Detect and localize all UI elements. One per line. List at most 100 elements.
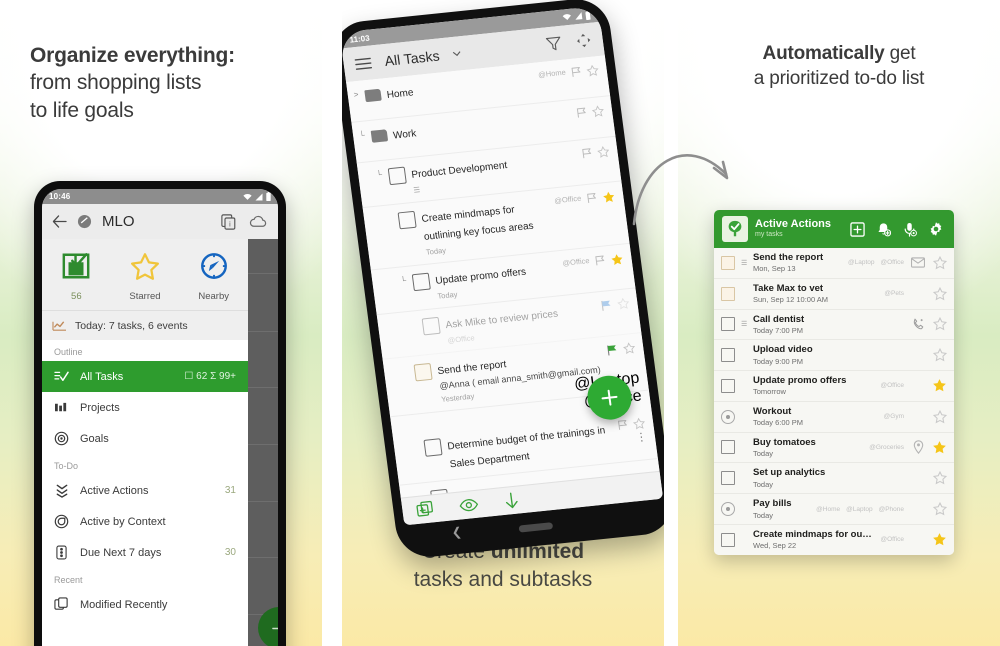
task-list[interactable]: > Home @Home └ Work └ Product Developmen… (346, 55, 660, 499)
today-summary-bar[interactable]: Today: 7 tasks, 6 events (42, 310, 248, 340)
panel3-headline: Automatically get a prioritized to-do li… (696, 42, 982, 91)
star-outline-icon[interactable] (932, 255, 947, 270)
task-checkbox[interactable] (721, 471, 735, 486)
widget-task-row[interactable]: Upload video Today 9:00 PM (714, 340, 954, 372)
task-checkbox[interactable] (411, 272, 431, 292)
task-checkbox[interactable] (721, 378, 735, 393)
add-icon (271, 627, 278, 629)
task-context-tags: @Pets (884, 290, 904, 297)
sidebar-item-active-actions[interactable]: Active Actions 31 (42, 475, 248, 506)
sidebar-item-projects[interactable]: Projects (42, 392, 248, 423)
widget-task-row[interactable]: Buy tomatoes Today @Groceries (714, 432, 954, 464)
task-date: Tomorrow (753, 387, 786, 397)
phone-mockup-tasklist: 11:03 All Tasks > Home @Home └ Work └ Pr… (342, 0, 664, 560)
panel-divider (664, 0, 678, 646)
inbox-download-icon (62, 253, 90, 279)
add-task-icon[interactable] (850, 221, 865, 237)
widget-task-row[interactable]: ☰ Send the report Mon, Sep 13 @Laptop @Offic… (714, 248, 954, 279)
due-days-icon (54, 545, 69, 560)
task-checkbox[interactable] (387, 166, 407, 186)
chevron-down-icon[interactable] (452, 50, 462, 57)
sidebar-item-all-tasks[interactable]: All Tasks ☐ 62 Σ 99+ (42, 361, 248, 392)
headline-line-2: a prioritized to-do list (753, 67, 925, 89)
task-title: Determine budget of the trainings in Sal… (446, 425, 606, 471)
headline-line-1: Automatically get (696, 42, 982, 67)
recent-icon (54, 597, 69, 612)
duplicate-add-icon[interactable] (416, 500, 435, 519)
move-arrows-icon[interactable] (575, 32, 593, 50)
quick-action-inbox[interactable]: 56 (42, 251, 111, 302)
task-checkbox[interactable] (397, 210, 417, 230)
task-checkbox[interactable] (721, 255, 735, 270)
hamburger-menu-icon[interactable] (354, 56, 373, 71)
widget-task-rows[interactable]: ☰ Send the report Mon, Sep 13 @Laptop @Offic… (714, 248, 954, 555)
filter-funnel-icon[interactable] (545, 35, 563, 53)
star-outline-icon[interactable] (932, 317, 947, 331)
task-checkbox[interactable] (721, 348, 735, 363)
widget-task-row[interactable]: Pay bills Today @Home @Laptop @Phone (714, 494, 954, 525)
cloud-icon[interactable] (249, 215, 268, 228)
task-checkbox[interactable] (413, 362, 433, 382)
headline-line-1-rest: get (884, 43, 916, 64)
flag-outline-icon (571, 66, 581, 77)
task-checkbox[interactable] (721, 409, 735, 424)
sidebar-item-due-next-7-days[interactable]: Due Next 7 days 30 (42, 537, 248, 568)
task-checkbox[interactable] (423, 438, 443, 458)
widget-task-row[interactable]: Create mindmaps for outlining key focus … (714, 524, 954, 555)
sidebar-item-active-by-context[interactable]: Active by Context (42, 506, 248, 537)
task-checkbox[interactable] (721, 286, 735, 301)
sidebar-item-modified-recently[interactable]: Modified Recently (42, 589, 248, 620)
headline-line-1: Organize everything: (30, 44, 235, 67)
sidebar-item-goals[interactable]: Goals (42, 423, 248, 454)
task-checkbox[interactable] (421, 316, 441, 336)
widget-task-row[interactable]: Update promo offers Tomorrow @Office (714, 371, 954, 402)
task-title: Set up analytics (753, 467, 826, 479)
widget-task-row[interactable]: Workout Today 6:00 PM @Gym (714, 401, 954, 433)
task-checkbox[interactable] (721, 440, 735, 455)
flag-outline-icon (582, 148, 592, 159)
promo-panel-unlimited: 11:03 All Tasks > Home @Home └ Work └ Pr… (342, 0, 664, 646)
task-checkbox[interactable] (721, 502, 735, 516)
quick-action-starred[interactable]: Starred (111, 251, 180, 302)
task-date: Today (753, 510, 774, 520)
star-outline-icon[interactable] (932, 286, 947, 301)
star-filled-icon[interactable] (932, 532, 947, 547)
list-title[interactable]: All Tasks (384, 48, 441, 70)
star-outline-icon[interactable] (932, 471, 947, 485)
star-outline-icon (617, 297, 630, 310)
task-row-actions: @Office (554, 189, 621, 243)
back-chevron-icon[interactable]: ❮ (451, 525, 463, 540)
compass-icon (200, 253, 227, 279)
sidebar-item-label: Active Actions (80, 484, 149, 497)
star-filled-icon[interactable] (932, 378, 947, 393)
battery-icon (266, 192, 271, 201)
mlo-tree-check-icon[interactable] (722, 216, 748, 242)
star-outline-icon[interactable] (932, 348, 947, 362)
widget-task-row[interactable]: ☰ Call dentist Today 7:00 PM (714, 309, 954, 341)
copy-info-icon[interactable]: i (221, 213, 237, 230)
settings-gear-icon[interactable] (928, 221, 944, 237)
add-reminder-icon[interactable] (876, 222, 891, 237)
widget-actions (850, 221, 946, 237)
more-vertical-icon[interactable]: ⋮ (635, 431, 648, 444)
wifi-icon (562, 14, 571, 20)
tree-expander[interactable]: └ (376, 168, 386, 198)
star-filled-icon[interactable] (932, 440, 947, 455)
home-pill-indicator[interactable] (518, 521, 554, 533)
move-down-arrow-icon[interactable] (503, 492, 520, 510)
widget-task-row[interactable]: Take Max to vet Sun, Sep 12 10:00 AM @Pets (714, 278, 954, 310)
task-checkbox[interactable] (721, 532, 735, 547)
quick-action-nearby[interactable]: Nearby (179, 251, 248, 302)
tree-expander[interactable]: > (353, 88, 361, 114)
back-arrow-icon[interactable] (52, 215, 67, 228)
task-checkbox[interactable] (721, 317, 735, 332)
widget-task-row[interactable]: Set up analytics Today (714, 463, 954, 495)
sidebar-item-label: Modified Recently (80, 598, 168, 611)
eye-visibility-icon[interactable] (459, 498, 480, 513)
star-outline-icon[interactable] (932, 502, 947, 516)
widget-title: Active Actions (755, 218, 832, 231)
star-outline-icon[interactable] (932, 409, 947, 424)
voice-input-icon[interactable] (902, 222, 917, 237)
tree-expander[interactable]: └ (400, 274, 410, 304)
tree-expander[interactable]: └ (358, 129, 367, 155)
